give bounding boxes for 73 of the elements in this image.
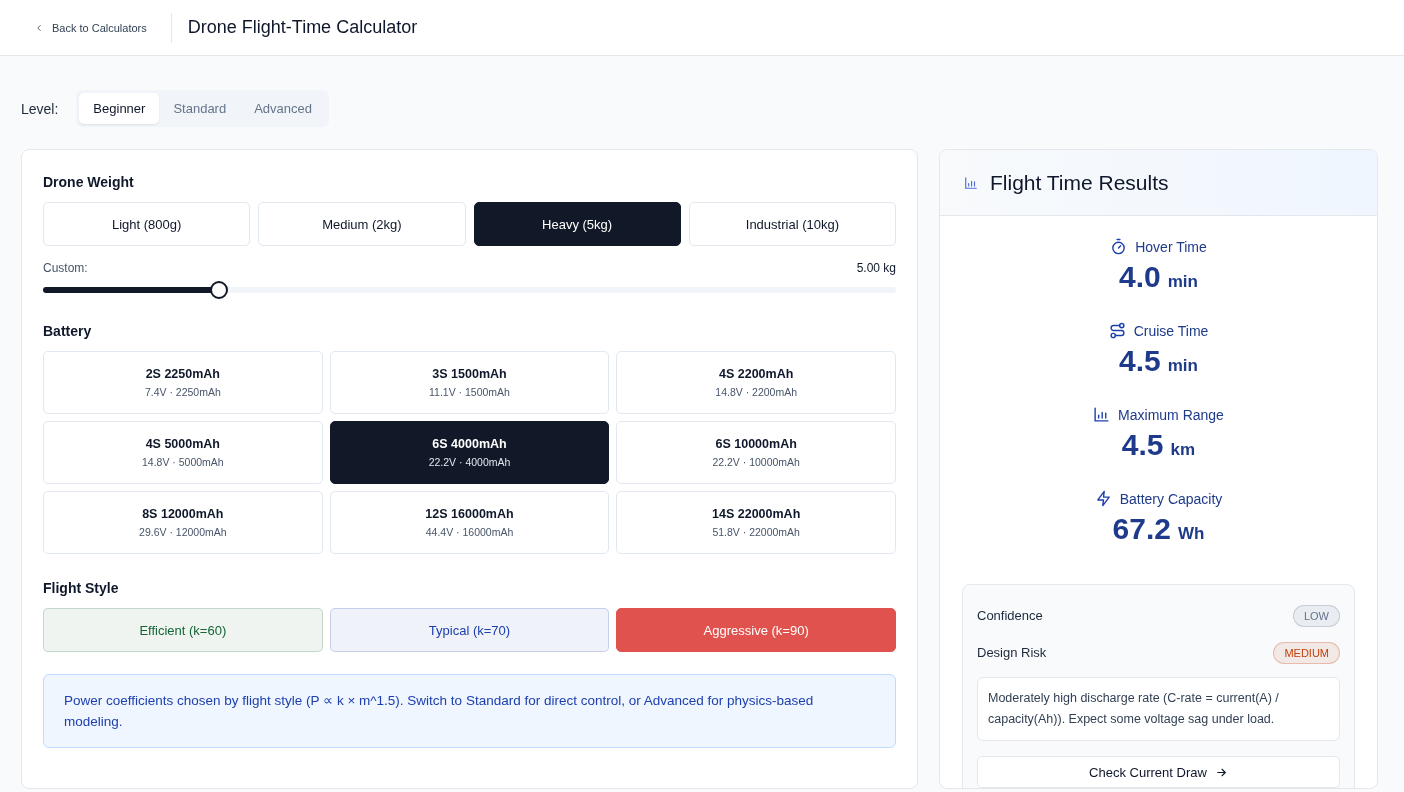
flight-style-option[interactable]: Typical (k=70) [329,608,610,652]
bar-chart-icon [1093,406,1111,423]
battery-spec: 14.8V · 2200mAh [715,386,797,398]
weight-reading: 5.00 kg [856,261,896,275]
battery-option[interactable]: 8S 12000mAh 29.6V · 12000mAh [43,491,323,554]
battery-spec: 7.4V · 2250mAh [144,386,221,398]
flight-style-option[interactable]: Efficient (k=60) [43,608,323,652]
level-tab[interactable]: Advanced [240,93,326,124]
battery-option[interactable]: 6S 4000mAh 22.2V · 4000mAh [329,421,610,484]
battery-name: 2S 2250mAh [145,367,220,381]
weight-option[interactable]: Heavy (5kg) [473,202,681,246]
metric-value: 67.2 [1112,512,1171,546]
metric-unit: min [1167,356,1198,376]
assessment-label: Design Risk [977,645,1047,660]
battery-spec: 14.8V · 5000mAh [141,456,224,468]
battery-spec: 44.4V · 16000mAh [425,526,514,538]
assessment-label: Confidence [977,608,1043,623]
status-badge: LOW [1292,604,1340,627]
page-title: Drone Flight-Time Calculator [187,17,418,38]
level-tab[interactable]: Standard [159,93,241,124]
metric-unit: km [1170,440,1196,460]
section-title: Flight Style [43,580,120,596]
metric-value: 4.5 [1119,344,1161,378]
chevron-left-icon [34,22,44,33]
battery-option[interactable]: 14S 22000mAh 51.8V · 22000mAh [616,491,896,554]
metric-label: Maximum Range [1118,406,1224,423]
weight-option[interactable]: Industrial (10kg) [688,202,896,246]
timer-icon [1110,238,1128,255]
battery-name: 6S 4000mAh [432,437,507,451]
battery-name: 8S 12000mAh [142,507,224,521]
battery-name: 4S 5000mAh [145,437,220,451]
metric-unit: Wh [1177,524,1205,544]
battery-name: 3S 1500mAh [432,367,507,381]
level-tab[interactable]: Beginner [79,93,160,124]
section-title: Battery [43,323,93,339]
metric-unit: min [1167,272,1198,292]
results-title: Flight Time Results [990,170,1169,195]
back-link[interactable]: Back to Calculators [34,12,172,43]
status-badge: MEDIUM [1273,641,1340,664]
risk-message: Moderately high discharge rate (C-rate = current(A) / capacity(Ah)). Expect some voltage sag under load. [977,677,1340,741]
route-icon [1108,322,1126,339]
battery-name: 14S 22000mAh [712,507,801,521]
custom-label: Custom: [43,261,88,275]
battery-option[interactable]: 6S 10000mAh 22.2V · 10000mAh [616,421,896,484]
battery-name: 12S 16000mAh [425,507,514,521]
battery-spec: 11.1V · 1500mAh [429,386,510,398]
battery-option[interactable]: 3S 1500mAh 11.1V · 1500mAh [329,351,610,414]
level-label: Level: [21,100,59,117]
weight-option[interactable]: Light (800g) [43,202,251,246]
weight-slider[interactable] [43,281,896,299]
check-current-button[interactable]: Check Current Draw [977,756,1340,788]
metric-label: Hover Time [1135,238,1207,255]
weight-option[interactable]: Medium (2kg) [258,202,466,246]
battery-spec: 51.8V · 22000mAh [712,526,800,538]
info-note: Power coefficients chosen by flight style (P ∝ k × m^1.5). Switch to Standard for direct control, or Advanced for physics-based modeling. [43,674,896,748]
battery-spec: 29.6V · 12000mAh [139,526,227,538]
section-title: Drone Weight [43,174,135,190]
battery-name: 4S 2200mAh [718,367,794,381]
lightning-icon [1094,490,1112,507]
battery-name: 6S 10000mAh [715,437,797,451]
flight-style-option[interactable]: Aggressive (k=90) [616,608,896,652]
battery-spec: 22.2V · 4000mAh [428,456,511,468]
metric-label: Battery Capacity [1119,490,1223,507]
bar-chart-icon [964,175,978,190]
metric-value: 4.0 [1119,260,1161,294]
battery-option[interactable]: 4S 5000mAh 14.8V · 5000mAh [43,421,323,484]
metric-label: Cruise Time [1133,322,1209,339]
battery-option[interactable]: 2S 2250mAh 7.4V · 2250mAh [43,351,323,414]
slider-thumb[interactable] [210,281,228,299]
battery-spec: 22.2V · 10000mAh [712,456,800,468]
battery-option[interactable]: 4S 2200mAh 14.8V · 2200mAh [616,351,896,414]
metric-value: 4.5 [1121,428,1164,462]
battery-option[interactable]: 12S 16000mAh 44.4V · 16000mAh [329,491,610,554]
